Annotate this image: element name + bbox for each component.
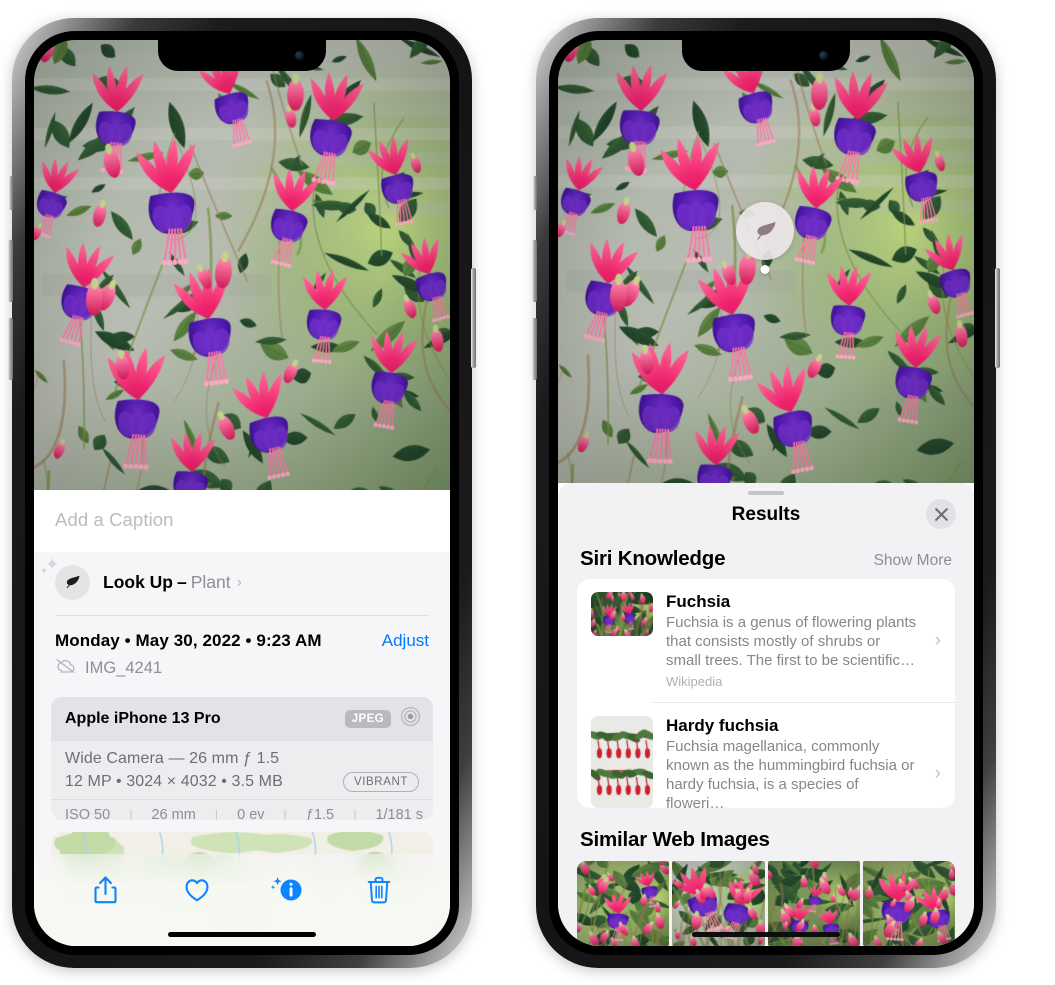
front-camera-icon	[819, 51, 828, 60]
exif-separator: |	[353, 807, 357, 820]
volume-up-button[interactable]	[532, 240, 537, 302]
mute-switch[interactable]	[533, 176, 537, 210]
exif-separator: |	[214, 807, 219, 820]
iphone-right: Results Siri Knowledge Show More Fuchsia…	[532, 18, 1000, 968]
file-name: IMG_4241	[85, 658, 163, 677]
photo-viewer-right[interactable]	[558, 40, 974, 483]
results-title: Results	[731, 504, 801, 526]
power-button[interactable]	[995, 268, 1000, 368]
sparkle-icon-small: ✦	[40, 566, 49, 577]
results-sheet: Results Siri Knowledge Show More Fuchsia…	[558, 483, 974, 946]
show-more-button[interactable]: Show More	[874, 552, 952, 570]
screen-right: Results Siri Knowledge Show More Fuchsia…	[558, 40, 974, 946]
leaf-icon: ✦ ✦	[40, 556, 90, 600]
exif-separator: |	[283, 807, 287, 820]
photographic-style-badge: VIBRANT	[342, 771, 419, 792]
knowledge-body: Hardy fuchsia Fuchsia magellanica, common…	[666, 716, 919, 807]
camera-card-body: Wide Camera — 26 mm ƒ 1.5 12 MP • 3024 ×…	[51, 741, 433, 799]
camera-card-header: Apple iPhone 13 Pro JPEG	[51, 696, 433, 741]
similar-web-images-title: Similar Web Images	[580, 827, 770, 851]
volume-up-button[interactable]	[8, 240, 13, 302]
phone-bezel-left: Add a Caption ✦ ✦ Look Up – Plant › Mond…	[25, 31, 459, 955]
volume-down-button[interactable]	[8, 318, 13, 380]
knowledge-body: Fuchsia Fuchsia is a genus of flowering p…	[666, 592, 919, 689]
share-button[interactable]	[83, 868, 129, 912]
similar-web-image[interactable]	[577, 860, 670, 946]
camera-model: Apple iPhone 13 Pro	[65, 709, 221, 727]
look-up-dash: –	[177, 572, 187, 592]
home-indicator[interactable]	[692, 932, 840, 937]
look-up-row[interactable]: ✦ ✦ Look Up – Plant ›	[34, 552, 450, 615]
phone-bezel-right: Results Siri Knowledge Show More Fuchsia…	[549, 31, 983, 955]
photo-viewer-left[interactable]	[34, 40, 450, 490]
exif-value: ƒ1.5	[305, 806, 335, 820]
format-badge: JPEG	[344, 709, 391, 728]
chevron-right-icon: ›	[934, 629, 941, 651]
knowledge-title: Hardy fuchsia	[666, 716, 779, 736]
exif-value: 1/181 s	[375, 806, 424, 820]
knowledge-description: Fuchsia magellanica, commonly known as t…	[666, 738, 915, 808]
similar-web-images-header: Similar Web Images	[558, 808, 974, 861]
mute-switch[interactable]	[9, 176, 13, 210]
knowledge-thumbnail	[591, 592, 653, 637]
camera-lens-info: Wide Camera — 26 mm ƒ 1.5	[65, 749, 280, 767]
notch-left	[158, 40, 326, 71]
exif-value: 26 mm	[151, 806, 196, 820]
chevron-right-icon: ›	[236, 573, 242, 591]
lookup-pin-dot	[760, 265, 770, 274]
exif-separator: |	[129, 807, 133, 820]
knowledge-thumbnail	[591, 716, 653, 808]
front-camera-icon	[295, 51, 304, 60]
exif-row: ISO 50 | 26 mm | 0 ev | ƒ1.5 | 1/181 s	[51, 798, 433, 820]
home-indicator[interactable]	[168, 932, 316, 937]
screenshot-stage: Add a Caption ✦ ✦ Look Up – Plant › Mond…	[0, 0, 1055, 985]
camera-specs: 12 MP • 3024 × 4032 • 3.5 MB	[65, 772, 283, 790]
look-up-label: Look Up	[103, 572, 173, 592]
favorite-button[interactable]	[174, 868, 220, 912]
aperture-icon	[400, 706, 421, 732]
iphone-left: Add a Caption ✦ ✦ Look Up – Plant › Mond…	[8, 18, 476, 968]
photo-info-sheet: Add a Caption ✦ ✦ Look Up – Plant › Mond…	[34, 490, 450, 946]
screen-left: Add a Caption ✦ ✦ Look Up – Plant › Mond…	[34, 40, 450, 946]
volume-down-button[interactable]	[532, 318, 537, 380]
info-button[interactable]	[265, 868, 311, 912]
exif-value: ISO 50	[65, 806, 111, 820]
notch-right	[682, 40, 850, 71]
caption-input[interactable]: Add a Caption	[34, 490, 450, 552]
exif-value: 0 ev	[237, 806, 265, 820]
delete-button[interactable]	[356, 868, 402, 912]
look-up-subject: Plant	[190, 572, 231, 592]
knowledge-card[interactable]: Fuchsia Fuchsia is a genus of flowering p…	[577, 579, 955, 702]
leaf-icon	[736, 202, 794, 260]
knowledge-title: Fuchsia	[666, 592, 731, 612]
chevron-right-icon: ›	[934, 763, 941, 785]
capture-date: Monday • May 30, 2022 • 9:23 AM	[55, 630, 322, 650]
similar-web-image[interactable]	[862, 860, 955, 946]
metadata-block: Monday • May 30, 2022 • 9:23 AM Adjust I…	[34, 616, 450, 689]
siri-knowledge-header: Siri Knowledge Show More	[558, 529, 974, 579]
siri-knowledge-title: Siri Knowledge	[580, 547, 726, 571]
knowledge-description: Fuchsia is a genus of flowering plants t…	[666, 614, 917, 670]
results-header: Results	[558, 495, 974, 530]
adjust-button[interactable]: Adjust	[382, 631, 429, 651]
knowledge-source: Wikipedia	[666, 674, 723, 690]
siri-knowledge-list: Fuchsia Fuchsia is a genus of flowering p…	[577, 579, 955, 808]
knowledge-card[interactable]: Hardy fuchsia Fuchsia magellanica, common…	[577, 703, 955, 808]
power-button[interactable]	[471, 268, 476, 368]
look-up-label-group: Look Up – Plant ›	[103, 572, 242, 593]
visual-lookup-pin[interactable]	[736, 202, 794, 274]
cloud-slash-icon	[55, 658, 76, 679]
camera-info-card: Apple iPhone 13 Pro JPEG Wide Camera — 2…	[51, 696, 433, 820]
